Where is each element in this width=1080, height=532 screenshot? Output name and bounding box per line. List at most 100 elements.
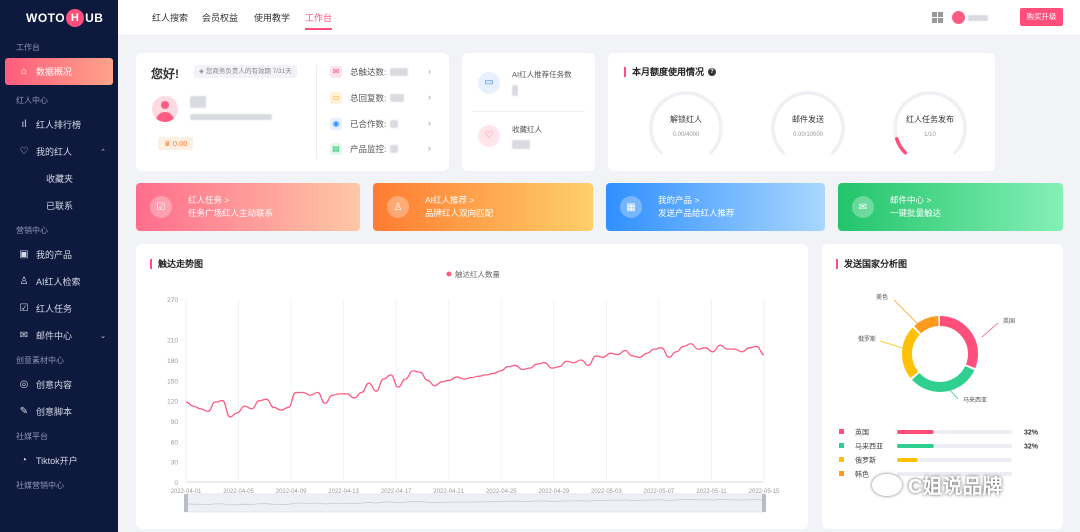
quota-gauges: 解锁红人 0.00/4000 邮件发送 0.00/10000 红人任务发布 1/10 — [649, 91, 967, 155]
tab-influencer-search[interactable]: 红人搜索 — [152, 0, 188, 36]
stat-reply[interactable]: ▭ 总回复数: — [330, 92, 405, 104]
y-tick-label: 210 — [167, 338, 178, 345]
sidebar-item-label: 数据概况 — [36, 67, 73, 77]
banner-desc: 任务广场红人主动联系 — [188, 208, 274, 218]
chevron-right-icon[interactable]: › — [428, 66, 431, 76]
banner-title: 红人任务 > — [188, 195, 230, 205]
sidebar-item-ai-search[interactable]: ♙ AI红人检索 — [0, 268, 118, 295]
watermark: C姐说品牌 — [872, 470, 1002, 499]
banner-desc: 一键批量触达 — [890, 208, 942, 218]
sidebar-item-tasks[interactable]: ☑ 红人任务 — [0, 295, 118, 322]
country-pct: 32% — [1024, 444, 1039, 451]
legend-swatch — [839, 457, 844, 462]
banner-title: 邮件中心 > — [890, 195, 932, 205]
sidebar-item-tiktok[interactable]: ◔ Tiktok开户 — [0, 447, 118, 474]
stat-label: 已合作数: — [350, 119, 387, 129]
banner-mail-center[interactable]: ✉ 邮件中心 > 一键批量触达 — [838, 183, 1063, 231]
stat-cooperated[interactable]: ◉ 已合作数: — [330, 118, 399, 130]
sidebar-item-my-influencers[interactable]: ♡ 我的红人 ⌃ — [0, 138, 118, 165]
mail-icon: ✉ — [19, 330, 29, 341]
notice-icon: ◈ — [199, 68, 206, 75]
banner-my-products[interactable]: ▦ 我的产品 > 发送产品给红人推荐 — [606, 183, 825, 231]
user-name — [190, 96, 206, 108]
task-icon: ☑ — [19, 303, 29, 314]
section-influencer: 红人中心 — [16, 96, 48, 105]
tiktok-icon: ◔ — [20, 455, 28, 466]
ai-recommend-label[interactable]: AI红人推荐任务数 — [512, 69, 572, 80]
banner-influencer-task[interactable]: ☑ 红人任务 > 任务广场红人主动联系 — [136, 183, 360, 231]
legend-swatch — [839, 429, 844, 434]
chevron-right-icon[interactable]: › — [428, 143, 431, 153]
legend-swatch — [839, 443, 844, 448]
logo-text-2: UB — [85, 11, 104, 25]
trend-chart: 触达红人数量03060901201501802102702022-04-01 20… — [167, 269, 780, 513]
stat-product-monitor[interactable]: ▤ 产品监控: — [330, 143, 399, 155]
country-name: 英国 — [855, 428, 869, 437]
country-bar-fill — [897, 444, 934, 448]
legend-marker — [446, 271, 452, 277]
sidebar-sub-contacted[interactable]: 已联系 — [0, 192, 118, 219]
heart-icon: ♡ — [478, 125, 500, 147]
zoom-handle-right — [762, 494, 766, 512]
logo[interactable]: WOTO H UB — [0, 0, 118, 36]
home-icon: ⌂ — [20, 66, 28, 77]
ai-card: ▭ AI红人推荐任务数 ♡ 收藏红人 — [462, 53, 595, 171]
country-name: 马来西亚 — [855, 443, 883, 451]
sidebar-sub-favorites[interactable]: 收藏夹 — [0, 165, 118, 192]
y-tick-label: 0 — [174, 480, 178, 487]
sidebar-item-label: 我的红人 — [36, 147, 73, 157]
sidebar-item-creative-script[interactable]: ✎ 创意脚本 — [0, 398, 118, 425]
y-tick-label: 150 — [167, 378, 178, 385]
notice-pill: ◈ 您商务负责人的有效期 7/31天 — [194, 65, 297, 78]
donut-leader-line — [879, 340, 907, 350]
y-tick-label: 60 — [171, 439, 179, 446]
avatar[interactable] — [952, 11, 965, 24]
tab-membership[interactable]: 会员权益 — [202, 0, 238, 36]
grid-icon[interactable] — [932, 12, 943, 23]
watermark-text: C姐说品牌 — [908, 476, 1003, 498]
tab-workbench[interactable]: 工作台 — [305, 0, 333, 36]
sidebar-item-label: 红人排行榜 — [36, 120, 82, 130]
y-tick-label: 120 — [167, 399, 178, 406]
sidebar-item-label: 创意脚本 — [36, 407, 73, 417]
user-icon: ♙ — [387, 196, 409, 218]
section-workbench: 工作台 — [16, 43, 40, 52]
upgrade-button[interactable]: 购买升级 — [1020, 8, 1063, 26]
user-email — [190, 114, 272, 120]
crown-icon: ♛ — [164, 139, 173, 148]
divider — [472, 111, 585, 112]
y-tick-label: 180 — [167, 358, 178, 365]
divider — [316, 65, 317, 159]
reply-icon: ▭ — [330, 92, 342, 104]
chevron-right-icon[interactable]: › — [428, 92, 431, 102]
calendar-icon: ▣ — [19, 249, 29, 260]
sidebar-item-ranking[interactable]: ıl 红人排行榜 — [0, 111, 118, 138]
sidebar-item-creative-content[interactable]: ◎ 创意内容 — [0, 371, 118, 398]
user-search-icon: ♙ — [19, 276, 29, 287]
y-tick-label: 270 — [167, 297, 178, 304]
gauge-label: 解锁红人 — [670, 114, 702, 124]
donut-label: 马来西亚 — [963, 396, 987, 404]
stat-reach[interactable]: ✉ 总触达数: — [330, 66, 409, 78]
stat-label: 总回复数: — [350, 93, 387, 103]
tab-tutorial[interactable]: 使用教学 — [254, 0, 290, 36]
mail-icon: ✉ — [330, 66, 342, 78]
sidebar-item-my-products[interactable]: ▣ 我的产品 — [0, 241, 118, 268]
palette-icon: ◎ — [19, 379, 29, 390]
gauge-value: 1/10 — [924, 132, 936, 138]
legend-label: 触达红人数量 — [455, 269, 500, 279]
quota-card: 本月额度使用情况? 解锁红人 0.00/4000 邮件发送 0.00/10000 红人任… — [608, 53, 995, 171]
chevron-right-icon[interactable]: › — [428, 118, 431, 128]
gauge-fill — [894, 137, 908, 155]
sidebar-item-mail[interactable]: ✉ 邮件中心 ⌄ — [0, 322, 118, 349]
banner-ai-recommend[interactable]: ♙ AI红人推荐 > 品牌红人双向匹配 — [373, 183, 593, 231]
favorites-label[interactable]: 收藏红人 — [512, 124, 542, 135]
sidebar-item-label: AI红人检索 — [36, 277, 81, 287]
heart-icon: ♡ — [19, 146, 29, 157]
donut-label: 英国 — [1003, 317, 1015, 325]
zoom-slider-track — [185, 493, 765, 513]
sidebar-item-home[interactable]: ⌂ 数据概况 — [5, 58, 113, 85]
stat-label: 总触达数: — [350, 67, 387, 77]
task-icon: ☑ — [150, 196, 172, 218]
sidebar-item-label: 我的产品 — [36, 250, 73, 260]
